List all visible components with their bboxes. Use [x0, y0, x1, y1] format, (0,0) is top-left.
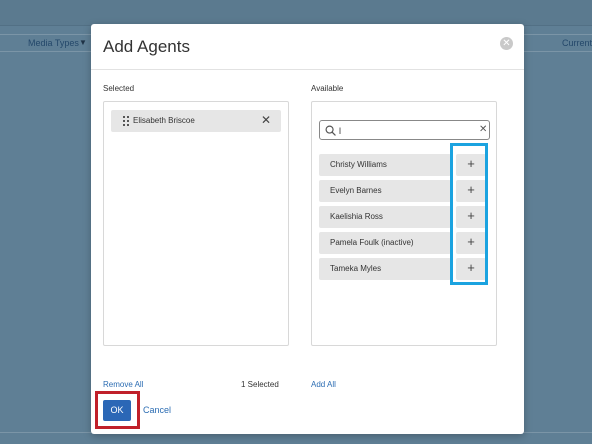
available-agent-row[interactable]: Evelyn Barnes	[319, 180, 451, 202]
available-agent-row[interactable]: Kaelishia Ross	[319, 206, 451, 228]
available-label: Available	[311, 84, 344, 93]
available-agent-row[interactable]: Tameka Myles	[319, 258, 451, 280]
selected-agents-panel: Elisabeth Briscoe ✕	[103, 101, 289, 346]
remove-all-link[interactable]: Remove All	[103, 380, 143, 389]
ok-button-highlight	[95, 391, 140, 429]
drag-handle-icon[interactable]	[123, 116, 129, 126]
add-buttons-highlight	[450, 143, 488, 285]
column-current[interactable]: Current	[562, 38, 592, 48]
agent-name: Christy Williams	[330, 160, 387, 169]
clear-search-icon[interactable]: ✕	[479, 125, 487, 135]
available-agent-row[interactable]: Pamela Foulk (inactive)	[319, 232, 451, 254]
agent-name: Evelyn Barnes	[330, 186, 382, 195]
selected-label: Selected	[103, 84, 135, 93]
available-agent-row[interactable]: Christy Williams	[319, 154, 451, 176]
column-media-types[interactable]: Media Types	[28, 38, 79, 48]
background-topbar	[0, 0, 592, 26]
selected-agent-chip[interactable]: Elisabeth Briscoe ✕	[111, 110, 281, 132]
search-input[interactable]	[339, 124, 469, 137]
agent-name: Pamela Foulk (inactive)	[330, 238, 414, 247]
agent-name: Kaelishia Ross	[330, 212, 383, 221]
search-icon	[325, 125, 336, 136]
filter-icon[interactable]: ▼	[79, 38, 87, 47]
selected-agent-name: Elisabeth Briscoe	[133, 116, 195, 125]
selected-count: 1 Selected	[241, 380, 279, 389]
dialog-title: Add Agents	[103, 37, 190, 56]
close-icon[interactable]: ✕	[261, 114, 271, 126]
close-icon[interactable]: ✕	[500, 37, 513, 50]
agent-search-field[interactable]: ✕	[319, 120, 490, 140]
dialog-header-divider	[91, 69, 524, 70]
agent-name: Tameka Myles	[330, 264, 382, 273]
add-all-link[interactable]: Add All	[311, 380, 336, 389]
cancel-button[interactable]: Cancel	[143, 405, 171, 415]
